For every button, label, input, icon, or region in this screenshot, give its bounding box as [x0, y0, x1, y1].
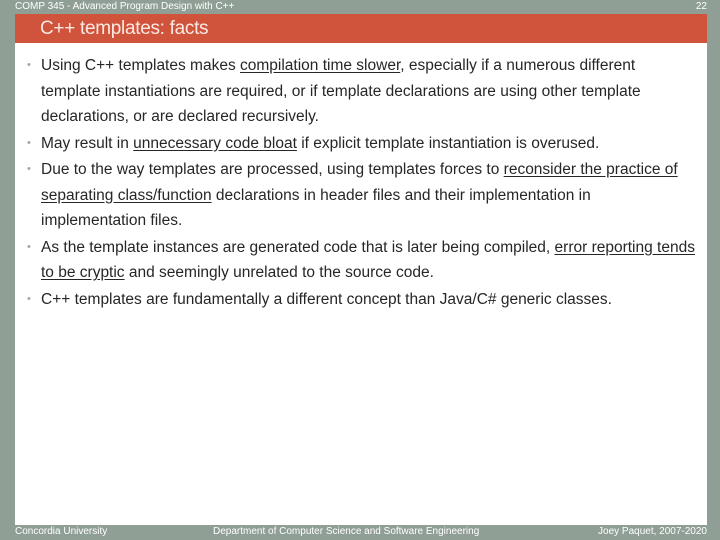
bullet-list: • Using C++ templates makes compilation …	[27, 53, 697, 313]
footer-university: Concordia University	[15, 526, 108, 537]
bullet-icon: •	[27, 59, 31, 71]
bullet-item: • Due to the way templates are processed…	[27, 157, 697, 234]
bullet-item: • As the template instances are generate…	[27, 235, 697, 286]
content-area: • Using C++ templates makes compilation …	[15, 43, 707, 525]
bullet-text: Using C++ templates makes	[41, 57, 241, 74]
title-bar: C++ templates: facts	[15, 14, 707, 43]
underlined-text: unnecessary code bloat	[133, 134, 297, 152]
slide: COMP 345 - Advanced Program Design with …	[0, 0, 720, 540]
course-header: COMP 345 - Advanced Program Design with …	[15, 1, 235, 12]
bullet-text: Due to the way templates are processed, …	[41, 161, 504, 178]
bullet-text: and seemingly unrelated to the source co…	[124, 264, 434, 281]
bullet-text: if explicit template instantiation is ov…	[296, 134, 600, 152]
underlined-text: compilation time slower	[240, 57, 401, 74]
footer-author: Joey Paquet, 2007-2020	[598, 526, 707, 537]
page-number: 22	[695, 1, 707, 12]
bullet-item: • May result in unnecessary code bloat i…	[27, 131, 697, 157]
bullet-text: May result in	[41, 134, 134, 152]
bullet-icon: •	[27, 163, 31, 175]
bullet-text: C++ templates are fundamentally a differ…	[41, 290, 612, 308]
bullet-item: • Using C++ templates makes compilation …	[27, 53, 697, 130]
bullet-icon: •	[27, 240, 31, 253]
bullet-icon: •	[27, 136, 31, 149]
bullet-text: As the template instances are generated …	[41, 238, 555, 256]
footer: Concordia University Department of Compu…	[0, 525, 720, 540]
footer-department: Department of Computer Science and Softw…	[213, 526, 480, 537]
slide-title: C++ templates: facts	[40, 18, 209, 39]
bullet-item: • C++ templates are fundamentally a diff…	[27, 287, 697, 313]
bullet-icon: •	[27, 292, 31, 305]
